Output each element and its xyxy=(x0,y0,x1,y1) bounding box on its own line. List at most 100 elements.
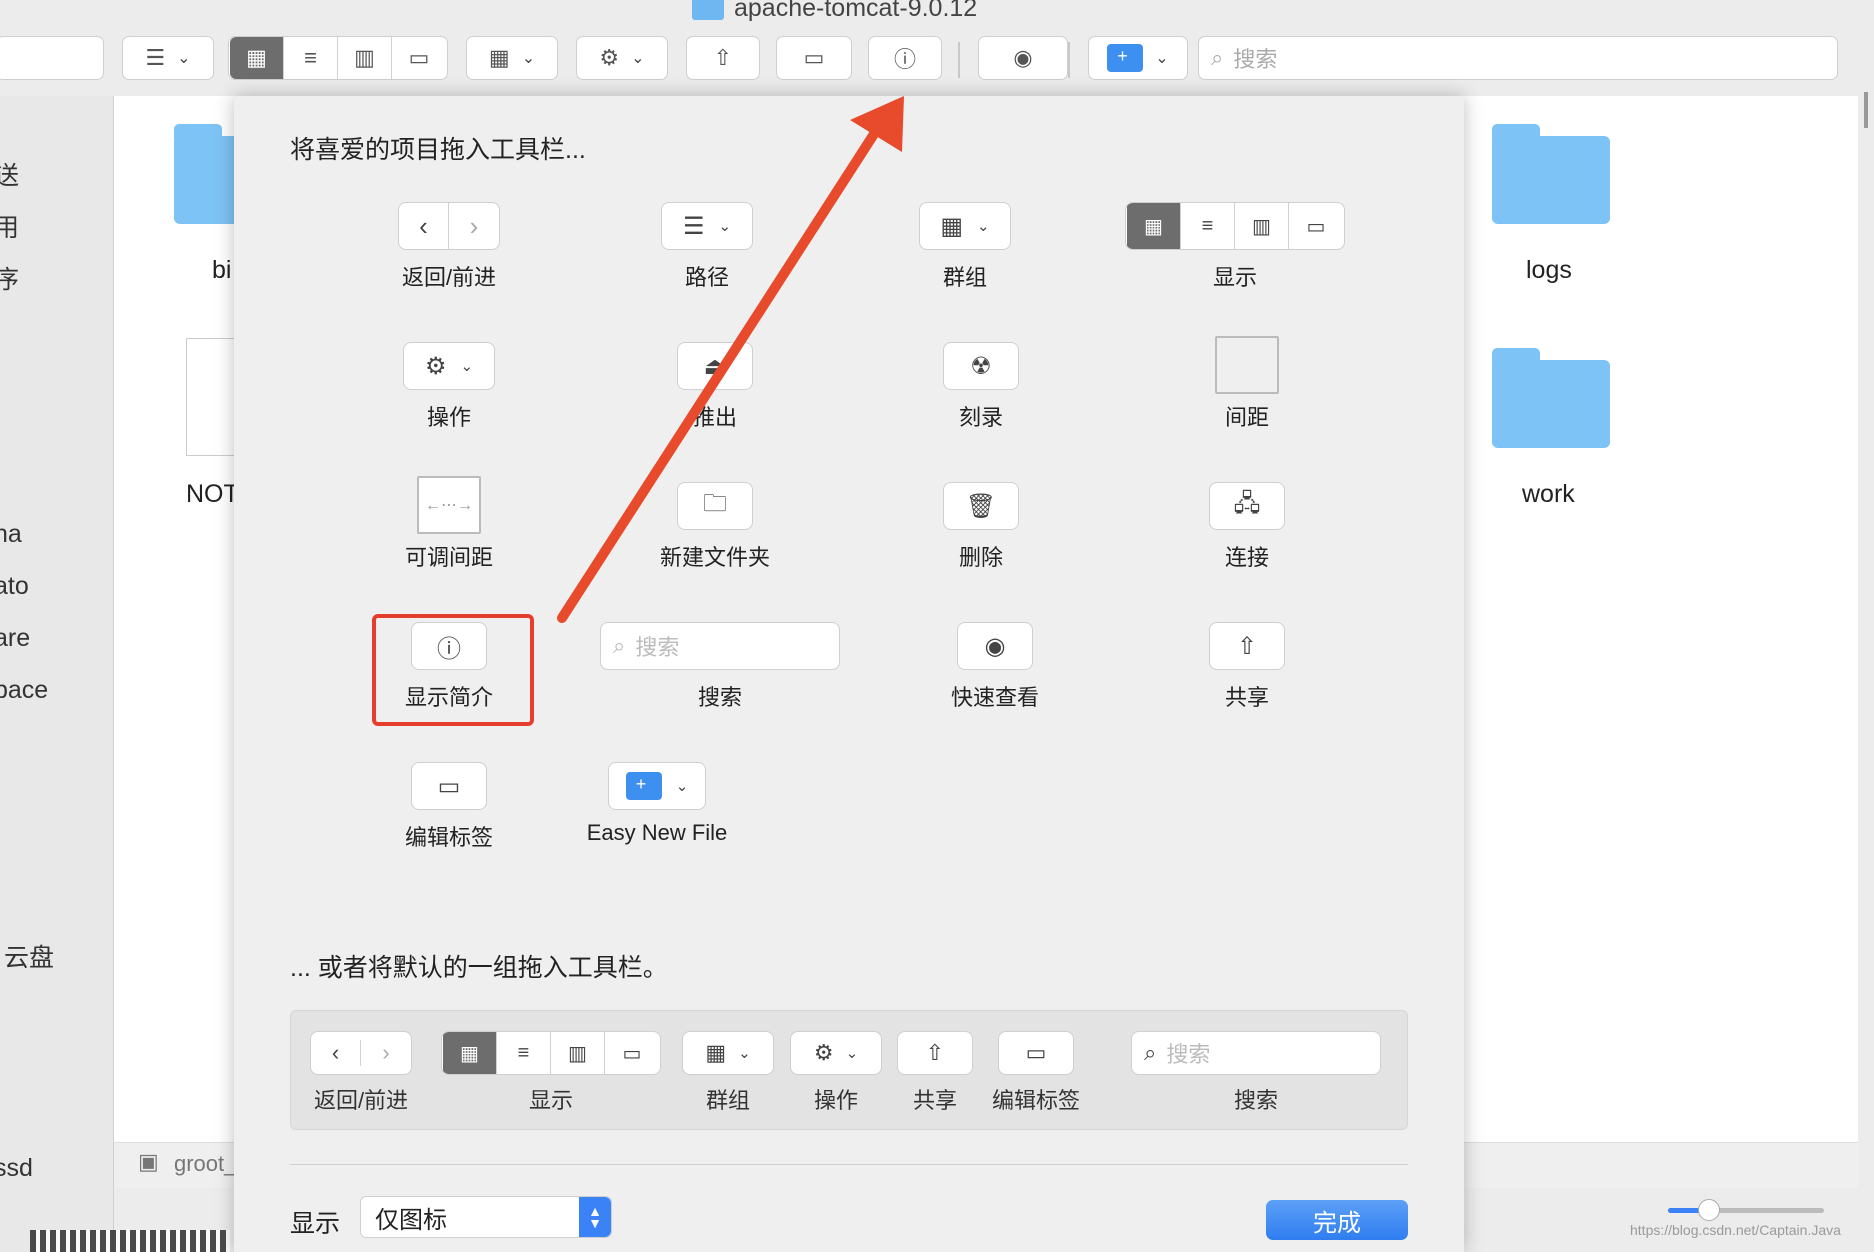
sidebar-item[interactable]: na xyxy=(0,520,22,549)
group-button[interactable]: ▦ ⌄ xyxy=(466,36,558,80)
search-field-preview[interactable]: ⌕ 搜索 xyxy=(600,622,840,670)
customize-toolbar-sheet: 将喜爱的项目拖入工具栏... ‹ › 返回/前进 ☰ ⌄ 路径 ▦ ⌄ 群组 ▦ ≡… xyxy=(234,96,1464,1252)
new-folder-control[interactable]: 🗀 xyxy=(677,482,753,530)
default-toolbar-set[interactable]: ‹ › 返回/前进 ▦ ≡ ▥ ▭ 显示 ▦ ⌄ 群组 ⚙ ⌄ 操作 ⇧ 共享 … xyxy=(290,1010,1408,1130)
item-label: 可调间距 xyxy=(404,545,493,570)
sidebar-item[interactable]: ato xyxy=(0,572,29,601)
item-flexible-space[interactable]: ←⋯→ 可调间距 xyxy=(334,476,564,586)
icon-size-slider[interactable] xyxy=(1668,1199,1824,1221)
item-delete[interactable]: 🗑 删除 xyxy=(866,482,1096,592)
sidebar-item[interactable]: 序 xyxy=(0,260,19,296)
folder-icon xyxy=(692,0,724,20)
chevron-down-icon: ⌄ xyxy=(177,50,191,67)
folder-icon[interactable] xyxy=(1492,348,1610,448)
icon-view-icon: ▦ xyxy=(443,1032,497,1074)
tags-button[interactable]: ▭ xyxy=(776,36,852,80)
action-button[interactable]: ⚙ ⌄ xyxy=(576,36,668,80)
chevron-down-icon: ⌄ xyxy=(718,218,732,235)
finder-toolbar: ☰⌄ ▦ ≡ ▥ ▭ ▦⌄ ⚙⌄ ⇧ ▭ ⓘ ◉ ⌄ ⌕ 搜索 xyxy=(0,28,1874,88)
path-control[interactable]: ☰ ⌄ xyxy=(661,202,753,250)
chevron-down-icon: ⌄ xyxy=(1155,50,1169,67)
share-control[interactable]: ⇧ xyxy=(1209,622,1285,670)
item-label: 间距 xyxy=(1224,405,1269,430)
share-icon: ⇧ xyxy=(925,1040,945,1065)
sidebar-item[interactable]: 送 xyxy=(0,156,19,192)
search-field-preview: ⌕ 搜索 xyxy=(1131,1031,1381,1075)
back-forward-control[interactable]: ‹ › xyxy=(398,202,500,250)
file-name[interactable]: bi xyxy=(212,256,231,285)
item-path[interactable]: ☰ ⌄ 路径 xyxy=(592,202,822,312)
done-button[interactable]: 完成 xyxy=(1266,1200,1408,1240)
quick-look-control[interactable]: ◉ xyxy=(957,622,1033,670)
item-eject[interactable]: ⏏ 推出 xyxy=(600,342,830,452)
item-label: 返回/前进 xyxy=(401,265,497,290)
item-back-forward[interactable]: ‹ › 返回/前进 xyxy=(334,202,564,312)
space-box[interactable] xyxy=(1215,336,1279,394)
file-name[interactable]: NOT xyxy=(186,480,239,509)
connect-control[interactable]: 🖧 xyxy=(1209,482,1285,530)
gear-icon: ⚙ xyxy=(813,1040,834,1065)
toolbar-edge-control[interactable] xyxy=(0,36,104,80)
easy-new-file-button[interactable]: ⌄ xyxy=(1088,36,1188,80)
sidebar-item[interactable]: pace xyxy=(0,676,48,705)
item-burn[interactable]: ☢ 刻录 xyxy=(866,342,1096,452)
group-control[interactable]: ▦ ⌄ xyxy=(919,202,1011,250)
edit-tags-control[interactable]: ▭ xyxy=(411,762,487,810)
scrollbar[interactable] xyxy=(1864,92,1868,128)
easy-new-file-control[interactable]: ⌄ xyxy=(608,762,706,810)
item-space[interactable]: 间距 xyxy=(1132,336,1362,446)
column-view-icon: ▥ xyxy=(551,1032,605,1074)
quick-look-button[interactable]: ◉ xyxy=(978,36,1068,80)
delete-control[interactable]: 🗑 xyxy=(943,482,1019,530)
sidebar-item[interactable]: 云盘 xyxy=(4,938,54,974)
eject-icon: ⏏ xyxy=(703,352,727,380)
select-stepper-icon[interactable]: ▲ ▼ xyxy=(579,1197,611,1237)
item-new-folder[interactable]: 🗀 新建文件夹 xyxy=(600,482,830,592)
sidebar-item[interactable]: are xyxy=(0,624,30,653)
gallery-view-icon: ▭ xyxy=(1306,215,1326,238)
burn-control[interactable]: ☢ xyxy=(943,342,1019,390)
eject-control[interactable]: ⏏ xyxy=(677,342,753,390)
item-edit-tags[interactable]: ▭ 编辑标签 xyxy=(334,762,564,872)
file-name[interactable]: logs xyxy=(1526,256,1572,285)
search-input[interactable]: ⌕ 搜索 xyxy=(1198,36,1838,80)
flexible-space-box[interactable]: ←⋯→ xyxy=(417,476,481,534)
item-group[interactable]: ▦ ⌄ 群组 xyxy=(850,202,1080,312)
item-label: 显示 xyxy=(1212,265,1257,290)
chevron-down-icon: ⌄ xyxy=(845,1045,859,1062)
search-placeholder: 搜索 xyxy=(1233,47,1278,72)
item-quick-look[interactable]: ◉ 快速查看 xyxy=(880,622,1110,732)
item-action[interactable]: ⚙ ⌄ 操作 xyxy=(334,342,564,452)
chevron-left-icon: ‹ xyxy=(399,203,449,249)
share-button[interactable]: ⇧ xyxy=(686,36,760,80)
grid-icon: ▦ xyxy=(705,1040,727,1065)
view-control: ▦ ≡ ▥ ▭ xyxy=(441,1031,661,1075)
item-view[interactable]: ▦ ≡ ▥ ▭ 显示 xyxy=(1120,202,1350,312)
show-mode-select[interactable]: 仅图标 ▲ ▼ xyxy=(360,1196,612,1238)
view-segmented-control[interactable]: ▦ ≡ ▥ ▭ xyxy=(228,36,448,80)
view-control[interactable]: ▦ ≡ ▥ ▭ xyxy=(1125,202,1345,250)
path-button[interactable]: ☰ ⌄ xyxy=(122,36,214,80)
info-button[interactable]: ⓘ xyxy=(868,36,942,80)
background-image-fragment xyxy=(30,1230,230,1252)
item-easy-new-file[interactable]: ⌄ Easy New File xyxy=(542,762,772,872)
sidebar-item[interactable]: 用 xyxy=(0,208,19,244)
folder-icon[interactable] xyxy=(1492,124,1610,224)
gallery-view-icon[interactable]: ▭ xyxy=(392,37,446,79)
file-name[interactable]: work xyxy=(1522,480,1575,509)
item-label: 共享 xyxy=(912,1088,957,1113)
disk-icon: ▣ xyxy=(138,1149,159,1174)
list-view-icon[interactable]: ≡ xyxy=(284,37,338,79)
item-connect[interactable]: 🖧 连接 xyxy=(1132,482,1362,592)
icon-view-icon[interactable]: ▦ xyxy=(230,37,284,79)
sidebar-item[interactable]: ssd xyxy=(0,1154,33,1183)
back-forward-control: ‹ › xyxy=(310,1031,412,1075)
list-icon: ☰ xyxy=(682,212,705,240)
item-share[interactable]: ⇧ 共享 xyxy=(1132,622,1362,732)
slider-knob[interactable] xyxy=(1698,1199,1720,1221)
column-view-icon[interactable]: ▥ xyxy=(338,37,392,79)
new-file-folder-icon xyxy=(625,772,662,800)
item-search[interactable]: ⌕ 搜索 搜索 xyxy=(600,622,840,732)
action-control[interactable]: ⚙ ⌄ xyxy=(403,342,495,390)
grid-icon: ▦ xyxy=(488,45,510,70)
